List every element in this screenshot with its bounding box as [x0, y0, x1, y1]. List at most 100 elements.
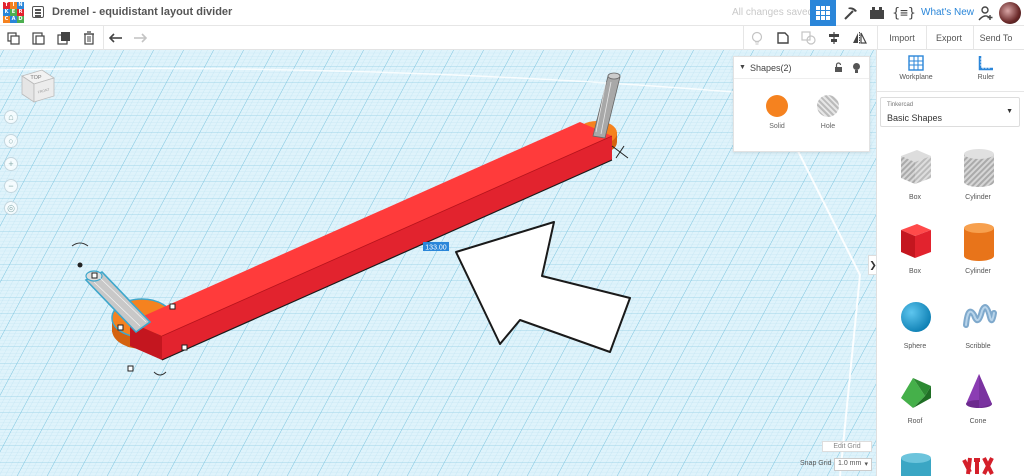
copy-icon[interactable] [5, 30, 21, 46]
save-status: All changes saved [732, 7, 814, 18]
add-user-button[interactable] [975, 0, 997, 26]
shape-item-cylinder[interactable]: Cylinder [948, 220, 1008, 280]
logo-letter: R [17, 9, 24, 16]
user-avatar[interactable] [999, 2, 1021, 24]
shape-label: Cone [969, 418, 987, 425]
shape-item-roof[interactable]: Roof [885, 370, 945, 430]
trash-icon[interactable] [81, 30, 97, 46]
zoom-out-button[interactable]: − [4, 179, 18, 193]
build-button[interactable] [840, 0, 862, 26]
edit-grid-button[interactable]: Edit Grid [822, 441, 872, 452]
lightbulb-icon[interactable] [749, 30, 765, 46]
inspector-title: Shapes(2) [750, 63, 792, 73]
duplicate-icon[interactable] [56, 30, 72, 46]
add-user-icon [978, 6, 993, 21]
workplane-button[interactable]: Workplane [886, 54, 946, 81]
ruler-icon [956, 54, 1016, 74]
box-icon [901, 224, 931, 258]
note-icon[interactable] [775, 30, 791, 46]
redo-icon[interactable] [132, 30, 148, 46]
hole-swatch[interactable] [817, 95, 839, 117]
solid-label: Solid [769, 123, 785, 130]
code-braces-icon: {≡} [892, 5, 916, 21]
bricks-button[interactable] [866, 0, 888, 26]
3d-view-button[interactable] [810, 0, 836, 26]
chevron-down-icon: ▾ [864, 461, 868, 468]
shape-item-cylinder-hole[interactable]: Cylinder [948, 146, 1008, 206]
whats-new-link[interactable]: What's New [921, 7, 974, 18]
shape-item-box-hole[interactable]: Box [885, 146, 945, 206]
group-icon[interactable] [800, 30, 816, 46]
snap-grid-label: Snap Grid [800, 460, 832, 467]
top-bar: T I N K E R C A D Dremel - equidistant l… [0, 0, 1024, 26]
shape-label: Cylinder [965, 268, 991, 275]
paste-icon[interactable] [30, 30, 46, 46]
workplane-label: Workplane [899, 74, 933, 81]
solid-swatch[interactable] [766, 95, 788, 117]
shape-item-partial-tube[interactable] [885, 450, 945, 476]
logo-letter: E [10, 9, 17, 16]
hole-label: Hole [820, 123, 836, 130]
logo-letter: T [3, 2, 10, 9]
shape-label: Scribble [965, 343, 991, 350]
logo-letter: A [10, 16, 17, 23]
cone-icon [966, 374, 992, 408]
view-cube[interactable]: TOP FRONT [16, 66, 55, 104]
cylinder-icon [964, 223, 994, 261]
design-menu-icon[interactable] [32, 6, 44, 18]
snap-grid-value: 1.0 mm [838, 460, 862, 467]
shape-label: Roof [907, 418, 923, 425]
scribble-icon [963, 304, 997, 328]
shape-item-box[interactable]: Box [885, 220, 945, 280]
logo-letter: D [17, 16, 24, 23]
mirror-icon[interactable] [851, 30, 867, 46]
zoom-in-button[interactable]: + [4, 157, 18, 171]
shape-library-select[interactable]: Tinkercad Basic Shapes ▼ [880, 97, 1020, 127]
library-caption: Tinkercad [887, 102, 914, 108]
import-button[interactable]: Import [882, 28, 922, 48]
shape-item-cone[interactable]: Cone [948, 370, 1008, 430]
dimension-label[interactable]: 133.00 [425, 245, 447, 252]
shape-label: Cylinder [965, 194, 991, 201]
grid-icon [816, 6, 830, 20]
shape-label: Box [908, 194, 922, 201]
align-icon[interactable] [826, 30, 842, 46]
tube-icon [901, 453, 931, 476]
logo-letter: K [3, 9, 10, 16]
shape-item-scribble[interactable]: Scribble [948, 295, 1008, 355]
logo-letter: I [10, 2, 17, 9]
text-shape-icon [962, 457, 994, 475]
edit-toolbar: Import Export Send To [0, 26, 1024, 50]
codeblocks-button[interactable]: {≡} [892, 0, 916, 26]
visibility-bulb-icon[interactable] [852, 62, 861, 77]
lock-icon[interactable] [834, 62, 843, 76]
box-hole-icon [901, 150, 931, 184]
shape-label: Sphere [903, 343, 927, 350]
shape-item-partial-text[interactable] [948, 450, 1008, 476]
shape-label: Box [908, 268, 922, 275]
snap-grid-select[interactable]: 1.0 mm ▾ [834, 458, 872, 471]
library-value: Basic Shapes [887, 113, 943, 123]
ruler-button[interactable]: Ruler [956, 54, 1016, 81]
perspective-button[interactable]: ◎ [4, 201, 18, 215]
home-view-button[interactable]: ⌂ [4, 110, 18, 124]
undo-icon[interactable] [108, 30, 124, 46]
logo-letter: C [3, 16, 10, 23]
shapes-panel: Workplane Ruler Tinkercad Basic Shapes ▼… [876, 50, 1024, 476]
shape-inspector: ▼ Shapes(2) Solid Hole [733, 56, 870, 152]
fit-view-button[interactable]: ○ [4, 134, 18, 148]
sphere-icon [901, 302, 931, 332]
tinkercad-logo[interactable]: T I N K E R C A D [3, 2, 25, 24]
cylinder-hole-icon [964, 149, 994, 187]
send-to-button[interactable]: Send To [976, 28, 1016, 48]
chevron-down-icon: ▼ [1006, 108, 1013, 115]
brick-icon [870, 7, 884, 19]
export-button[interactable]: Export [929, 28, 969, 48]
ruler-label: Ruler [977, 74, 995, 81]
roof-icon [901, 378, 931, 408]
shape-item-sphere[interactable]: Sphere [885, 295, 945, 355]
view-cube-top-label: TOP [30, 75, 42, 81]
design-title[interactable]: Dremel - equidistant layout divider [52, 6, 232, 18]
pickaxe-icon [844, 7, 857, 20]
collapse-caret-icon[interactable]: ▼ [739, 64, 746, 71]
